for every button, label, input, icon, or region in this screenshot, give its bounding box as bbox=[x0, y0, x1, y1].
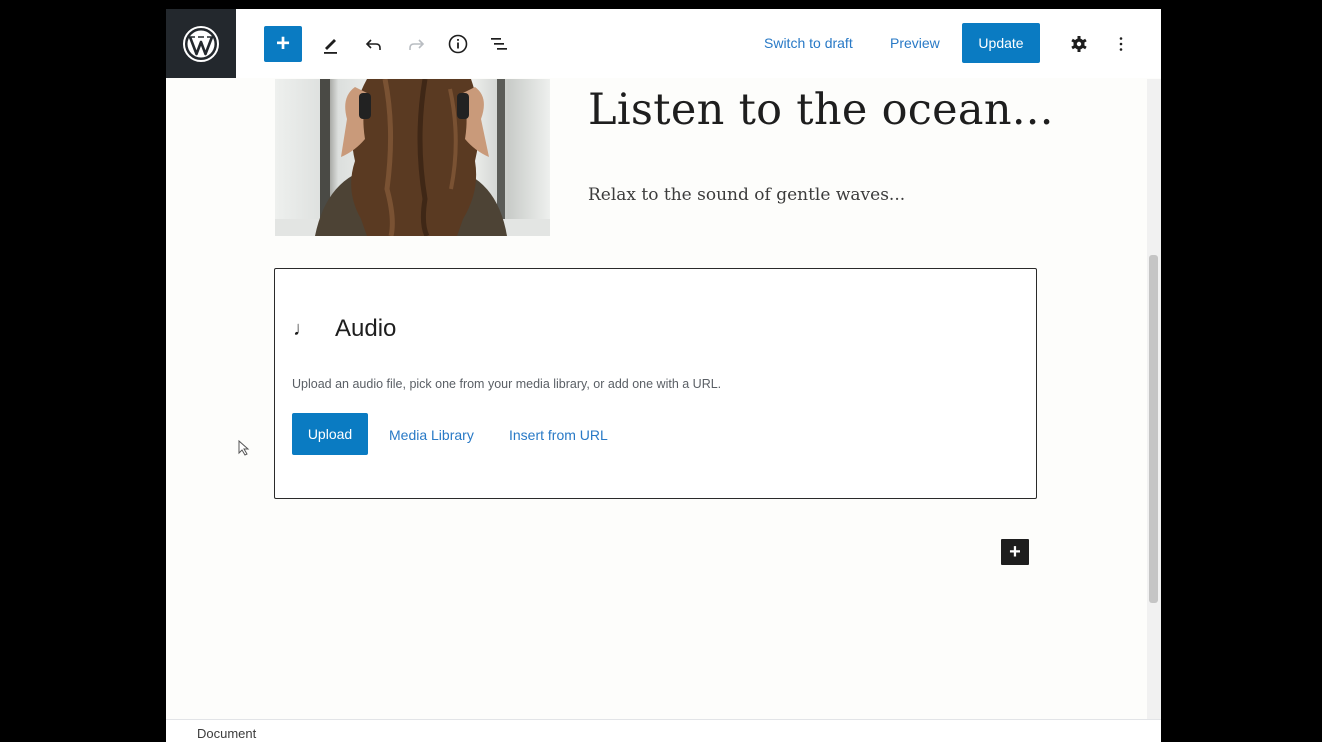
audio-block-title: Audio bbox=[335, 315, 397, 342]
editor-toolbar: + Switch to draft Preview Update bbox=[166, 9, 1161, 78]
wordpress-logo[interactable] bbox=[166, 9, 236, 78]
block-editor: + Switch to draft Preview Update Listen … bbox=[166, 9, 1161, 742]
window-frame bbox=[0, 0, 1322, 9]
switch-to-draft-button[interactable]: Switch to draft bbox=[764, 35, 853, 51]
list-view-icon bbox=[491, 38, 507, 50]
music-note-icon: ♩ bbox=[293, 317, 313, 340]
featured-image[interactable] bbox=[275, 79, 550, 236]
tools-button[interactable] bbox=[316, 27, 346, 61]
add-block-button[interactable]: + bbox=[264, 26, 302, 62]
woman-with-headphones-image bbox=[275, 79, 550, 236]
undo-button[interactable] bbox=[359, 27, 389, 61]
plus-icon: + bbox=[1009, 540, 1021, 563]
breadcrumb-document[interactable]: Document bbox=[197, 726, 256, 741]
audio-block-header: ♩ Audio bbox=[293, 315, 396, 343]
settings-button[interactable] bbox=[1064, 27, 1094, 61]
audio-block-instructions: Upload an audio file, pick one from your… bbox=[292, 377, 722, 391]
redo-button[interactable] bbox=[401, 27, 431, 61]
insert-from-url-button[interactable]: Insert from URL bbox=[509, 427, 608, 443]
plus-icon: + bbox=[275, 30, 290, 57]
details-button[interactable] bbox=[443, 27, 473, 61]
pencil-icon bbox=[324, 39, 337, 54]
block-breadcrumb-bar: Document bbox=[166, 719, 1161, 742]
undo-icon bbox=[365, 39, 381, 50]
upload-button[interactable]: Upload bbox=[292, 413, 368, 455]
scrollbar-thumb[interactable] bbox=[1149, 255, 1158, 603]
more-options-button[interactable] bbox=[1106, 27, 1136, 61]
gear-icon bbox=[1071, 36, 1087, 52]
wordpress-icon bbox=[183, 25, 219, 62]
preview-button[interactable]: Preview bbox=[890, 35, 940, 51]
append-block-button[interactable]: + bbox=[1001, 539, 1029, 565]
update-button[interactable]: Update bbox=[962, 23, 1040, 63]
mouse-cursor-icon bbox=[238, 439, 250, 456]
block-navigation-button[interactable] bbox=[484, 27, 514, 61]
vertical-ellipsis-icon bbox=[1119, 37, 1123, 51]
post-subheading[interactable]: Relax to the sound of gentle waves... bbox=[588, 185, 905, 205]
post-heading[interactable]: Listen to the ocean... bbox=[588, 85, 1054, 135]
info-icon bbox=[448, 34, 468, 54]
media-library-button[interactable]: Media Library bbox=[389, 427, 474, 443]
redo-icon bbox=[409, 39, 425, 50]
audio-block[interactable]: ♩ Audio Upload an audio file, pick one f… bbox=[274, 268, 1037, 499]
